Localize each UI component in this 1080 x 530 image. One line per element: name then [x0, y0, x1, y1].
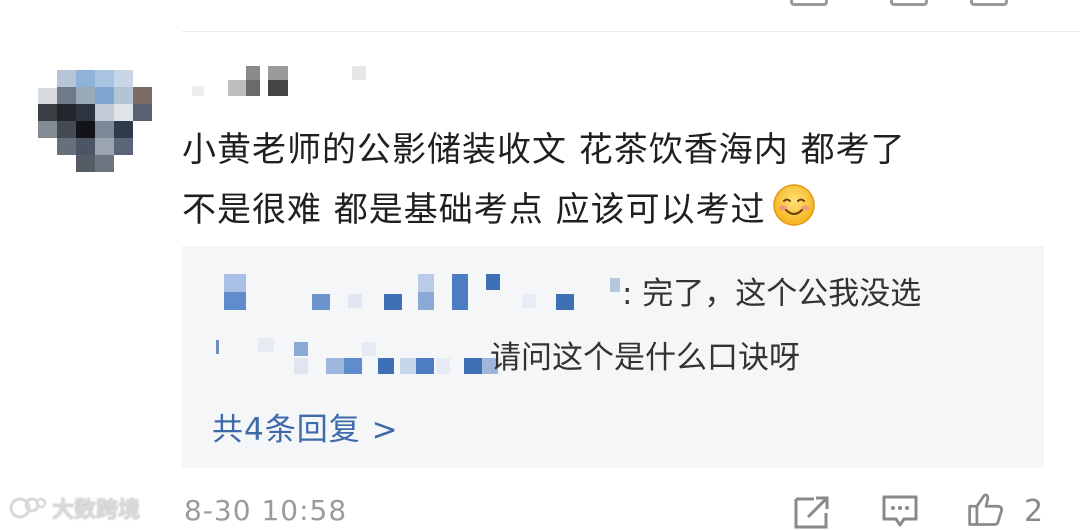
like-icon[interactable] — [966, 490, 1006, 528]
reply-text: : 完了，这个公我没选 — [622, 276, 922, 312]
comment-body: 小黄老师的公影储装收文 花茶饮香海内 都考了 不是很难 都是基础考点 应该可以考… — [182, 120, 1032, 240]
previous-comment-actions — [790, 0, 1080, 8]
watermark-logo-icon — [9, 497, 47, 519]
comment-icon[interactable] — [890, 0, 928, 6]
comment-icon[interactable] — [880, 492, 920, 530]
watermark: 大数跨境 — [8, 490, 140, 526]
smile-emoji-icon — [772, 184, 815, 226]
comment-line-1: 小黄老师的公影储装收文 花茶饮香海内 都考了 — [182, 130, 906, 170]
like-icon[interactable] — [970, 0, 1008, 6]
like-count: 2 — [1024, 494, 1044, 529]
share-icon[interactable] — [790, 0, 828, 6]
reply-item[interactable]: 请问这个是什么口诀呀 — [212, 338, 1032, 378]
avatar[interactable] — [38, 70, 156, 174]
reply-item[interactable]: : 完了，这个公我没选 — [212, 274, 1032, 314]
share-icon[interactable] — [792, 492, 832, 530]
reply-text: 请问这个是什么口诀呀 — [490, 340, 800, 376]
username[interactable] — [192, 64, 372, 102]
view-all-replies-link[interactable]: 共4条回复 > — [212, 404, 399, 449]
comment-divider — [182, 31, 1080, 32]
watermark-text: 大数跨境 — [52, 498, 141, 523]
replies-panel: : 完了，这个公我没选 请问这个是什么口诀呀 共4条回复 > — [182, 246, 1044, 468]
comment-timestamp: 8-30 10:58 — [184, 494, 348, 527]
comment-line-2: 不是很难 都是基础考点 应该可以考过 — [182, 180, 1032, 240]
